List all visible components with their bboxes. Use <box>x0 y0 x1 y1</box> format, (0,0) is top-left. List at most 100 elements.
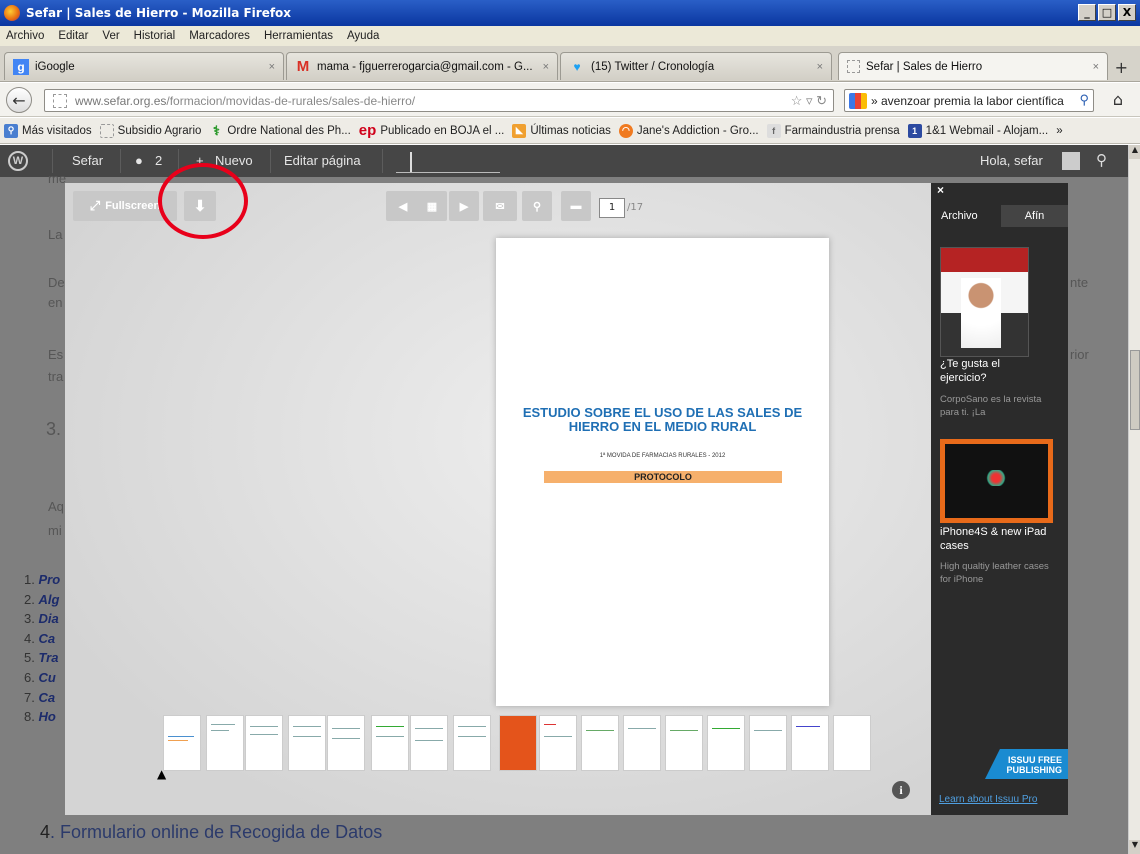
user-greeting[interactable]: Hola, sefar <box>980 153 1043 168</box>
tab-label: (15) Twitter / Cronología <box>591 60 715 73</box>
info-icon[interactable]: i <box>892 781 910 799</box>
maximize-button[interactable]: □ <box>1098 4 1116 21</box>
page-thumbnail[interactable] <box>749 715 787 771</box>
new-tab-icon[interactable]: + <box>1115 58 1128 77</box>
magnifier-icon[interactable]: ⚲ <box>1079 92 1089 108</box>
page-thumbnail[interactable] <box>623 715 661 771</box>
menu-editar[interactable]: Editar <box>58 30 88 42</box>
ad1-title[interactable]: ¿Te gusta el ejercicio? <box>940 357 1040 385</box>
list-item[interactable]: 3. Dia <box>24 611 60 631</box>
menu-ayuda[interactable]: Ayuda <box>347 30 379 42</box>
site-identity-icon[interactable] <box>53 93 67 108</box>
bookmark-item[interactable]: ep Publicado en BOJA el ... <box>359 122 505 139</box>
learn-issuu-pro-link[interactable]: Learn about Issuu Pro <box>939 794 1037 805</box>
grid-view-button[interactable]: ▦ <box>417 191 447 221</box>
home-icon[interactable]: ⌂ <box>1106 90 1130 111</box>
page-number-input[interactable]: 1 <box>599 198 625 218</box>
page-thumbnail[interactable] <box>371 715 409 771</box>
close-tab-icon[interactable]: × <box>1093 61 1099 73</box>
avatar[interactable] <box>1062 152 1080 170</box>
window-controls: _ □ X <box>1078 4 1136 21</box>
bookmark-item[interactable]: Subsidio Agrario <box>99 123 201 138</box>
list-item[interactable]: 4. Ca <box>24 631 60 651</box>
menu-marcadores[interactable]: Marcadores <box>189 30 250 42</box>
search-button[interactable]: ⚲ <box>522 191 552 221</box>
url-bar[interactable]: www.sefar.org.es/formacion/movidas-de-ru… <box>44 89 834 112</box>
back-button[interactable]: ← <box>6 87 32 113</box>
page-thumbnail[interactable] <box>707 715 745 771</box>
bookmark-item[interactable]: ◠ Jane's Addiction - Gro... <box>618 123 759 138</box>
page-thumbnail[interactable] <box>453 715 491 771</box>
search-bar[interactable]: » avenzoar premia la labor científica ⚲ <box>844 89 1094 112</box>
close-tab-icon[interactable]: × <box>543 61 549 73</box>
tab-sefar[interactable]: Sefar | Sales de Hierro × <box>838 52 1108 80</box>
list-item[interactable]: 2. Alg <box>24 592 60 612</box>
bookmark-label: Ordre National des Ph... <box>227 124 351 137</box>
page-thumbnail[interactable] <box>163 715 201 771</box>
edit-page-link[interactable]: Editar página <box>284 153 361 168</box>
page-thumbnail[interactable] <box>288 715 326 771</box>
tab-archivo[interactable]: Archivo <box>931 205 988 227</box>
more-bookmarks-chevron-icon[interactable]: » <box>1056 125 1062 137</box>
page-thumbnail[interactable] <box>791 715 829 771</box>
scroll-up-arrow-icon[interactable]: ▲ <box>1129 145 1140 159</box>
list-item[interactable]: 6. Cu <box>24 670 60 690</box>
text-fragment: tra <box>48 369 64 384</box>
comments-count[interactable]: 2 <box>155 153 162 168</box>
page-thumbnail[interactable] <box>539 715 577 771</box>
document-page[interactable]: ESTUDIO SOBRE EL USO DE LAS SALES DE HIE… <box>496 238 829 706</box>
stats-sparkline[interactable] <box>396 151 500 173</box>
bookmark-star-icon[interactable]: ☆ ▿ ↻ <box>791 93 827 109</box>
page-thumbnail[interactable] <box>245 715 283 771</box>
wordpress-logo-icon[interactable]: W <box>8 151 28 171</box>
page-thumbnail[interactable] <box>410 715 448 771</box>
tab-twitter[interactable]: ♥ (15) Twitter / Cronología × <box>560 52 832 80</box>
menu-ver[interactable]: Ver <box>102 30 119 42</box>
page-thumbnail[interactable] <box>665 715 703 771</box>
tab-igoogle[interactable]: g iGoogle × <box>4 52 284 80</box>
google-search-icon[interactable] <box>849 92 867 109</box>
print-button[interactable]: ▬ <box>561 191 591 221</box>
printer-icon: ▬ <box>570 200 582 212</box>
site-name-link[interactable]: Sefar <box>72 153 103 168</box>
bookmark-item[interactable]: ⚕ Ordre National des Ph... <box>209 123 351 138</box>
page-thumbnail[interactable] <box>499 715 537 771</box>
bookmark-item[interactable]: ◣ Últimas noticias <box>512 123 611 138</box>
scroll-down-arrow-icon[interactable]: ▼ <box>1129 840 1140 854</box>
ad2-title[interactable]: iPhone4S & new iPad cases <box>940 525 1050 553</box>
minimize-button[interactable]: _ <box>1078 4 1096 21</box>
page-thumbnail[interactable] <box>581 715 619 771</box>
close-tab-icon[interactable]: × <box>817 61 823 73</box>
bookmark-item[interactable]: 1 1&1 Webmail - Alojam... <box>907 123 1048 138</box>
search-icon[interactable]: ⚲ <box>1096 151 1107 169</box>
ad1-description: CorpoSano es la revista para ti. ¡La <box>940 394 1042 418</box>
menu-historial[interactable]: Historial <box>134 30 176 42</box>
menu-archivo[interactable]: Archivo <box>6 30 44 42</box>
tab-afin[interactable]: Afín <box>1001 205 1068 227</box>
corposano-magazine-cover[interactable] <box>940 247 1029 357</box>
comments-icon[interactable]: ● <box>135 153 143 168</box>
list-item[interactable]: 8. Ho <box>24 709 60 729</box>
igoogle-icon: g <box>13 58 29 75</box>
close-window-button[interactable]: X <box>1118 4 1136 21</box>
bookmark-item[interactable]: ⚲ Más visitados <box>4 123 92 138</box>
form-link[interactable]: . Formulario online de Recogida de Datos <box>50 822 382 842</box>
issuu-free-publishing-badge[interactable]: ISSUU FREE PUBLISHING <box>985 749 1068 779</box>
page-thumbnail[interactable] <box>327 715 365 771</box>
prev-page-button[interactable]: ◀ <box>386 191 420 221</box>
next-page-button[interactable]: ▶ <box>449 191 479 221</box>
list-item[interactable]: 1. Pro <box>24 572 60 592</box>
close-tab-icon[interactable]: × <box>269 61 275 73</box>
list-item[interactable]: 5. Tra <box>24 650 60 670</box>
scroll-thumb[interactable] <box>1130 350 1140 430</box>
bookmark-item[interactable]: f Farmaindustria prensa <box>766 123 900 138</box>
page-scrollbar[interactable]: ▲ ▼ <box>1128 145 1140 854</box>
share-email-button[interactable]: ✉ <box>483 191 517 221</box>
tab-gmail[interactable]: M mama - fjguerrerogarcia@gmail.com - G.… <box>286 52 558 80</box>
page-thumbnail[interactable] <box>206 715 244 771</box>
menu-herramientas[interactable]: Herramientas <box>264 30 333 42</box>
list-item[interactable]: 7. Ca <box>24 690 60 710</box>
ipad-cases-image[interactable] <box>940 439 1053 523</box>
page-thumbnail[interactable] <box>833 715 871 771</box>
close-panel-icon[interactable]: × <box>937 183 944 197</box>
